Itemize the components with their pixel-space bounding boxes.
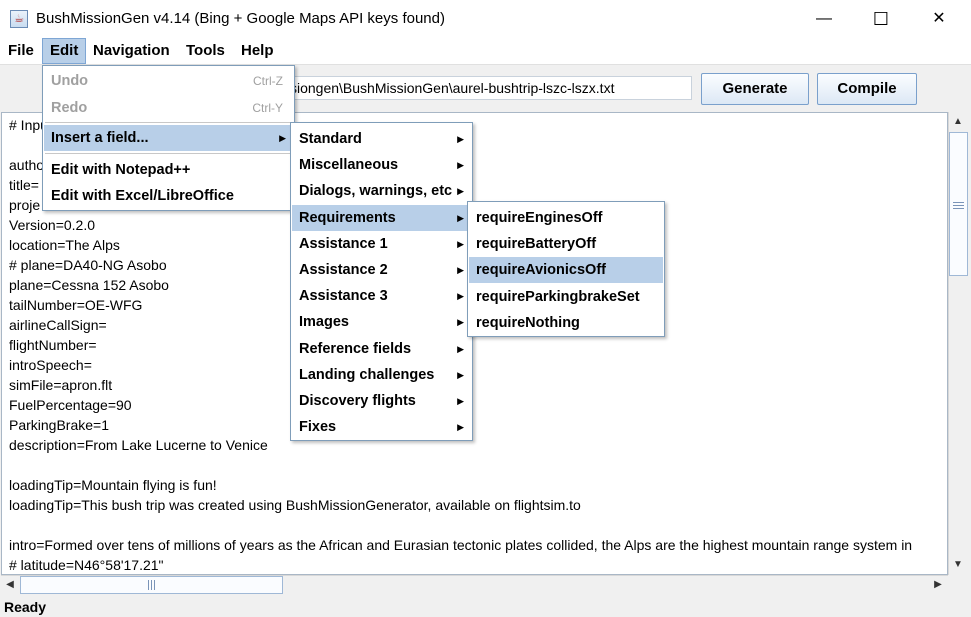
menu-edit[interactable]: Edit <box>42 38 87 64</box>
insert-field-label: Insert a field... <box>51 130 149 146</box>
file-path-field[interactable]: ssiongen\BushMissionGen\aurel-bushtrip-l… <box>278 76 692 100</box>
menu-help[interactable]: Help <box>234 38 281 64</box>
submenu-item-assistance-1[interactable]: Assistance 1 ▶ <box>292 231 471 257</box>
submenu-item-assistance-2[interactable]: Assistance 2 ▶ <box>292 257 471 283</box>
menu-item-redo: Redo Ctrl-Y <box>44 95 293 121</box>
submenu-arrow-icon: ▶ <box>457 212 464 223</box>
edit-menu-popup: Undo Ctrl-Z Redo Ctrl-Y Insert a field..… <box>42 65 295 211</box>
status-text: Ready <box>4 599 47 615</box>
submenu-item-label: Assistance 1 <box>299 235 388 252</box>
redo-shortcut: Ctrl-Y <box>252 101 283 115</box>
submenu-arrow-icon: ▶ <box>457 186 464 197</box>
submenu-arrow-icon: ▶ <box>457 317 464 328</box>
scroll-down-icon[interactable]: ▼ <box>949 555 967 575</box>
editor-line: location=The Alps <box>9 237 120 253</box>
submenu-arrow-icon: ▶ <box>457 238 464 249</box>
generate-button[interactable]: Generate <box>701 73 809 105</box>
submenu-item-landing-challenges[interactable]: Landing challenges ▶ <box>292 362 471 388</box>
menu-file[interactable]: File <box>1 38 41 64</box>
editor-line: loadingTip=Mountain flying is fun! <box>9 477 217 493</box>
scroll-up-icon[interactable]: ▲ <box>949 112 967 132</box>
menu-item-edit-excel[interactable]: Edit with Excel/LibreOffice <box>44 183 293 209</box>
submenu-item-label: Dialogs, warnings, etc <box>299 183 453 200</box>
submenu-item-images[interactable]: Images ▶ <box>292 309 471 335</box>
menu-navigation[interactable]: Navigation <box>86 38 177 64</box>
editor-line: # latitude=N46°58'17.21" <box>9 557 164 573</box>
editor-line: # plane=DA40-NG Asobo <box>9 257 167 273</box>
submenu-item-fixes[interactable]: Fixes ▶ <box>292 414 471 440</box>
submenu-arrow-icon: ▶ <box>457 291 464 302</box>
submenu-arrow-icon: ▶ <box>457 134 464 144</box>
submenu-arrow-icon: ▶ <box>457 369 464 380</box>
submenu-item-label: Landing challenges <box>299 366 435 383</box>
editor-line: introSpeech= <box>9 357 92 373</box>
submenu-item-assistance-3[interactable]: Assistance 3 ▶ <box>292 283 471 309</box>
submenu-item-label: Requirements <box>299 209 396 226</box>
submenu-arrow-icon: ▶ <box>279 133 286 143</box>
menu-item-insert-field[interactable]: Insert a field... ▶ <box>44 125 293 151</box>
editor-line: simFile=apron.flt <box>9 377 113 393</box>
submenu-item-label: Reference fields <box>299 340 412 357</box>
submenu-item-label: Miscellaneous <box>299 157 399 174</box>
editor-line: proje <box>9 197 41 213</box>
submenu-item-standard[interactable]: Standard ▶ <box>292 126 471 152</box>
menu-tools[interactable]: Tools <box>179 38 232 64</box>
editor-line: intro=Formed over tens of millions of ye… <box>9 537 913 553</box>
submenu-item-label: Discovery flights <box>299 393 416 409</box>
editor-line: airlineCallSign= <box>9 317 107 333</box>
submenu-item-require-battery-off[interactable]: requireBatteryOff <box>469 231 663 257</box>
submenu-arrow-icon: ▶ <box>457 265 464 275</box>
submenu-arrow-icon: ▶ <box>457 396 464 406</box>
submenu-item-discovery-flights[interactable]: Discovery flights ▶ <box>292 388 471 414</box>
minimize-button[interactable]: — <box>801 0 847 38</box>
submenu-item-label: Fixes <box>299 419 337 436</box>
menu-separator <box>45 153 292 154</box>
submenu-item-miscellaneous[interactable]: Miscellaneous ▶ <box>292 152 471 178</box>
menu-separator <box>45 122 292 123</box>
editor-line: loadingTip=This bush trip was created us… <box>9 497 581 513</box>
editor-line: ParkingBrake=1 <box>9 417 110 433</box>
undo-shortcut: Ctrl-Z <box>253 74 283 88</box>
requirements-submenu: requireEnginesOff requireBatteryOff requir… <box>467 201 665 337</box>
menu-item-edit-notepad[interactable]: Edit with Notepad++ <box>44 157 293 183</box>
submenu-item-require-nothing[interactable]: requireNothing <box>469 310 663 336</box>
redo-label: Redo <box>51 100 88 116</box>
submenu-item-label: Standard <box>299 131 362 147</box>
maximize-button[interactable]: ☐ <box>858 0 904 38</box>
submenu-arrow-icon: ▶ <box>457 422 464 433</box>
scroll-right-icon[interactable]: ▶ <box>929 575 947 595</box>
submenu-item-dialogs-warnings-etc[interactable]: Dialogs, warnings, etc ▶ <box>292 178 471 204</box>
submenu-item-label: Assistance 2 <box>299 262 388 278</box>
editor-line: flightNumber= <box>9 337 97 353</box>
compile-button[interactable]: Compile <box>817 73 917 105</box>
editor-line: FuelPercentage=90 <box>9 397 132 413</box>
editor-line: title= <box>9 177 39 193</box>
menu-item-undo: Undo Ctrl-Z <box>44 68 293 94</box>
java-app-icon: ☕ <box>10 10 28 28</box>
undo-label: Undo <box>51 73 89 89</box>
editor-line: description=From Lake Lucerne to Venice <box>9 437 268 453</box>
editor-line: tailNumber=OE-WFG <box>9 297 143 313</box>
submenu-item-require-avionics-off[interactable]: requireAvionicsOff <box>469 257 663 284</box>
scroll-left-icon[interactable]: ◀ <box>1 575 19 595</box>
editor-line: Version=0.2.0 <box>9 217 96 233</box>
submenu-arrow-icon: ▶ <box>457 160 464 171</box>
submenu-item-require-parkingbrake-set[interactable]: requireParkingbrakeSet <box>469 284 663 310</box>
submenu-item-requirements[interactable]: Requirements ▶ <box>292 204 471 231</box>
window-title: BushMissionGen v4.14 (Bing + Google Maps… <box>36 10 445 27</box>
close-button[interactable]: ✕ <box>916 0 962 38</box>
submenu-item-label: Assistance 3 <box>299 288 388 305</box>
submenu-item-label: Images <box>299 314 349 331</box>
submenu-item-reference-fields[interactable]: Reference fields ▶ <box>292 336 471 362</box>
submenu-item-require-engines-off[interactable]: requireEnginesOff <box>469 205 663 231</box>
vertical-scroll-thumb[interactable] <box>949 132 968 276</box>
insert-field-submenu: Standard ▶ Miscellaneous ▶ Dialogs, warnings… <box>290 122 473 441</box>
editor-line: plane=Cessna 152 Asobo <box>9 277 169 293</box>
editor-line: autho <box>9 157 45 173</box>
submenu-arrow-icon: ▶ <box>457 343 464 354</box>
